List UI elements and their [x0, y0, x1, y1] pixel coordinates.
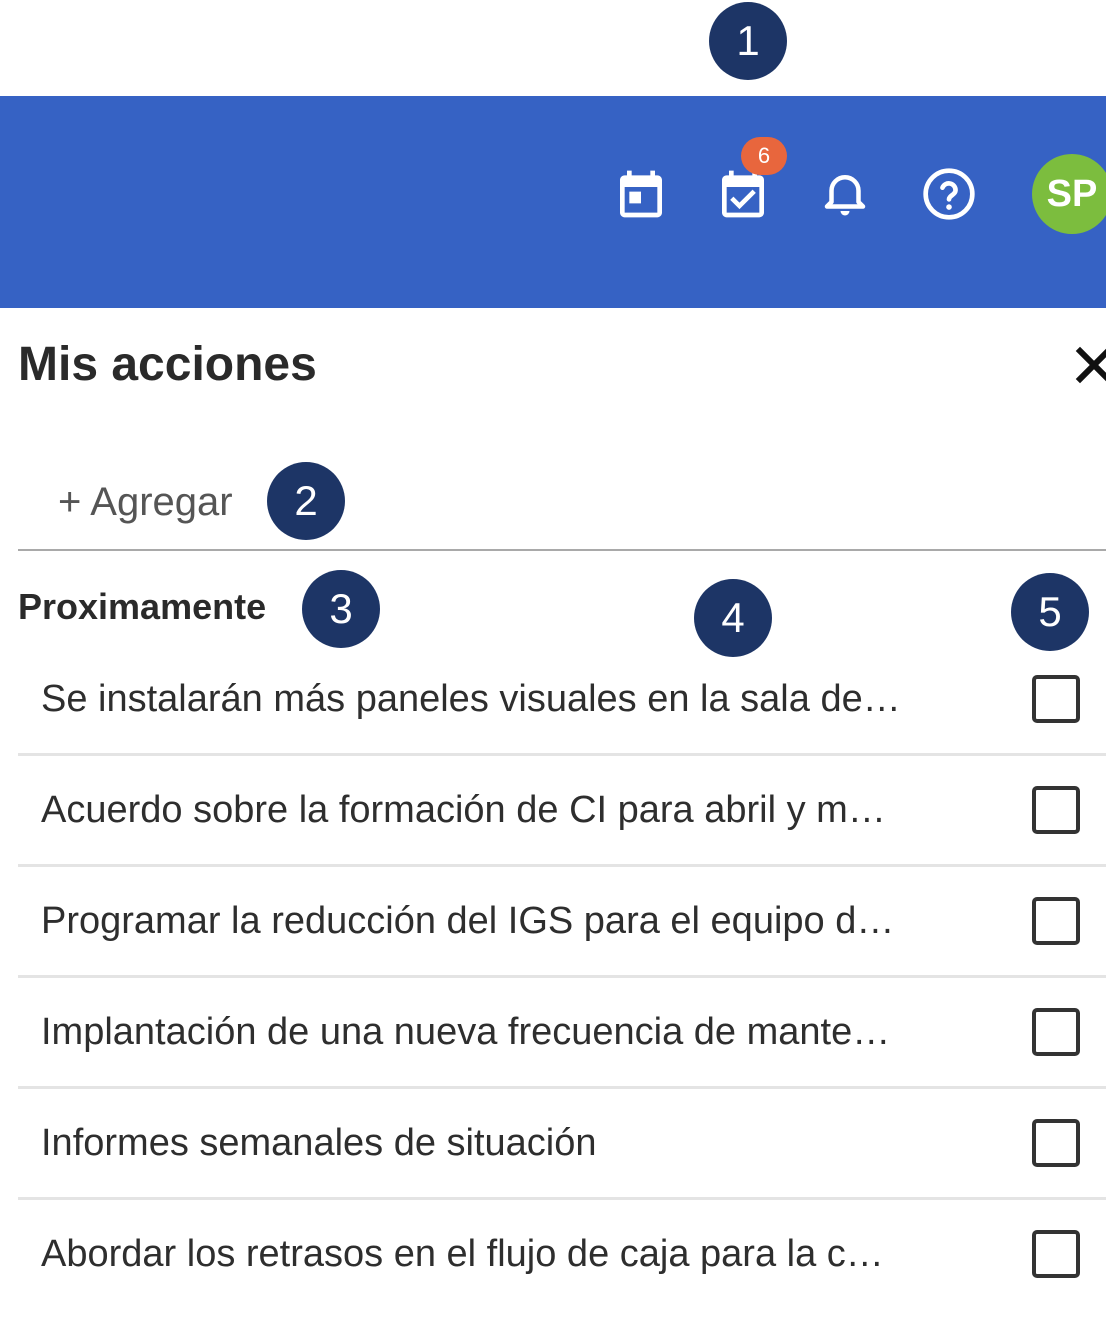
callout-marker-5: 5 [1011, 573, 1089, 651]
list-item[interactable]: Abordar los retrasos en el flujo de caja… [18, 1200, 1106, 1308]
bell-icon[interactable] [818, 164, 872, 227]
close-icon[interactable] [1074, 345, 1106, 385]
actions-list: Se instalarán más paneles visuales en la… [18, 645, 1106, 1308]
tasks-count-badge: 6 [741, 137, 787, 175]
action-item-text[interactable]: Implantación de una nueva frecuencia de … [41, 1011, 890, 1054]
help-icon[interactable] [921, 166, 977, 227]
panel-title: Mis acciones [18, 338, 317, 391]
action-checkbox[interactable] [1032, 897, 1080, 945]
list-item[interactable]: Implantación de una nueva frecuencia de … [18, 978, 1106, 1089]
add-action-button[interactable]: + Agregar [58, 480, 233, 525]
callout-marker-1: 1 [709, 2, 787, 80]
section-heading: Proximamente [18, 586, 267, 627]
action-checkbox[interactable] [1032, 786, 1080, 834]
action-checkbox[interactable] [1032, 1230, 1080, 1278]
action-item-text[interactable]: Programar la reducción del IGS para el e… [41, 900, 894, 943]
callout-marker-4: 4 [694, 579, 772, 657]
list-item[interactable]: Se instalarán más paneles visuales en la… [18, 645, 1106, 756]
action-item-text[interactable]: Abordar los retrasos en el flujo de caja… [41, 1233, 884, 1276]
tasks-icon[interactable] [715, 166, 771, 227]
list-item[interactable]: Informes semanales de situación [18, 1089, 1106, 1200]
action-item-text[interactable]: Acuerdo sobre la formación de CI para ab… [41, 789, 886, 832]
action-item-text[interactable]: Se instalarán más paneles visuales en la… [41, 678, 901, 721]
calendar-icon[interactable] [613, 166, 669, 227]
user-avatar[interactable]: SP [1032, 154, 1106, 234]
divider [18, 549, 1106, 551]
list-item[interactable]: Acuerdo sobre la formación de CI para ab… [18, 756, 1106, 867]
action-checkbox[interactable] [1032, 1119, 1080, 1167]
callout-marker-2: 2 [267, 462, 345, 540]
action-checkbox[interactable] [1032, 1008, 1080, 1056]
callout-marker-3: 3 [302, 570, 380, 648]
list-item[interactable]: Programar la reducción del IGS para el e… [18, 867, 1106, 978]
action-item-text[interactable]: Informes semanales de situación [41, 1122, 597, 1165]
action-checkbox[interactable] [1032, 675, 1080, 723]
